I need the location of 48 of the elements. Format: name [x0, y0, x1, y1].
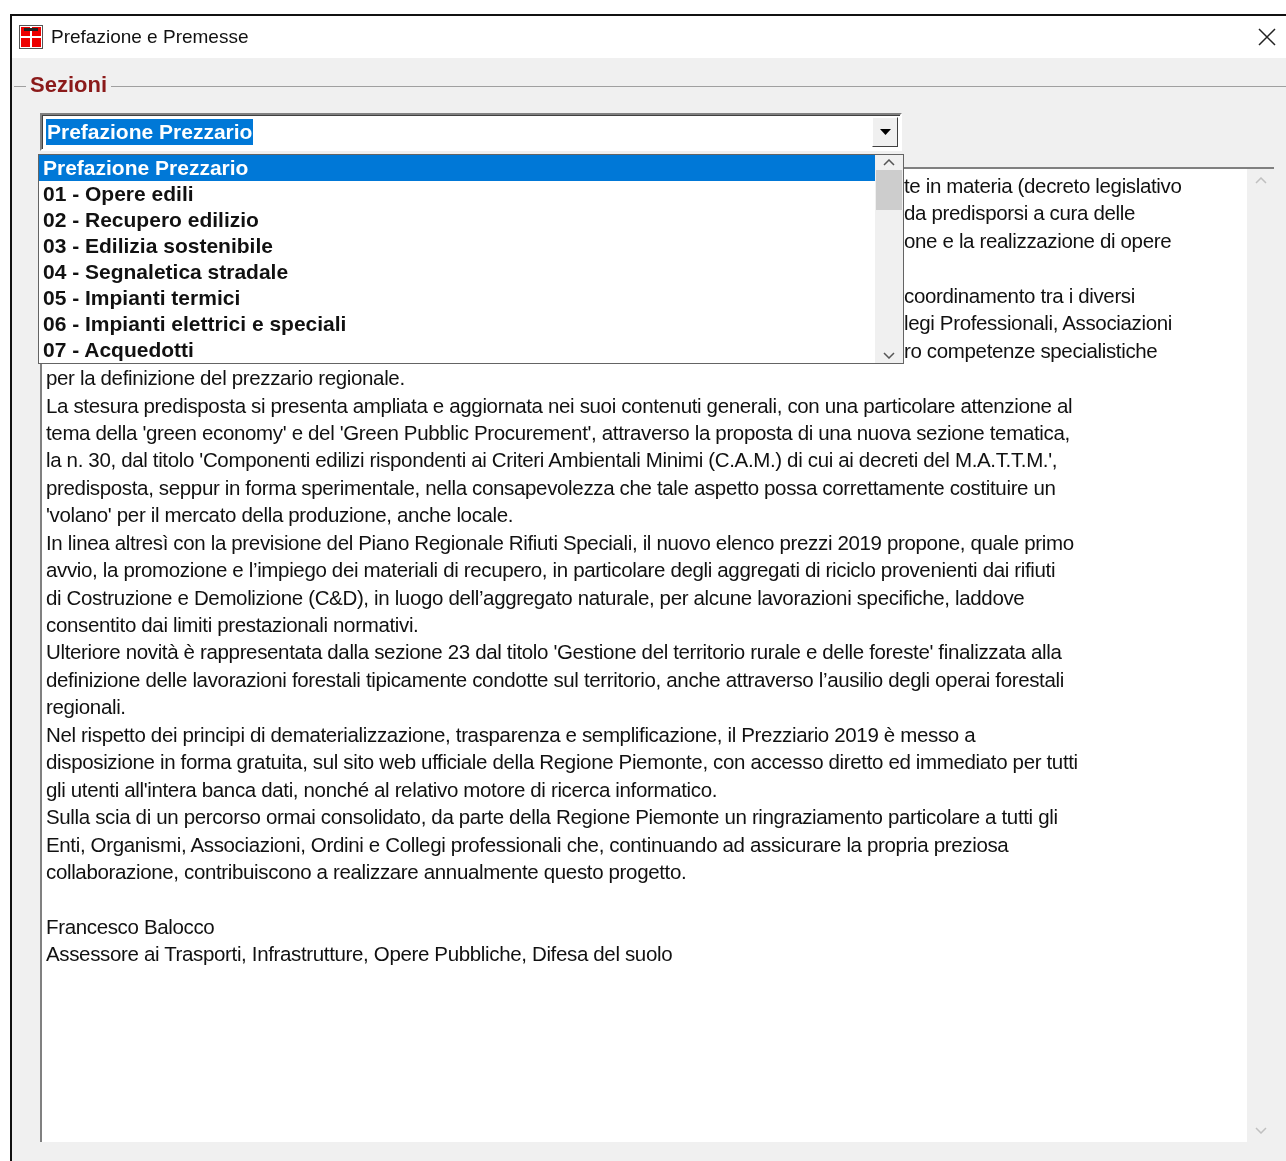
text-line: Assessore ai Trasporti, Infrastrutture, Opere Pubbliche, Difesa del suolo	[46, 942, 673, 966]
scrollbar[interactable]	[875, 155, 903, 363]
text-line: regionali.	[46, 695, 126, 719]
text-line: Enti, Organismi, Associazioni, Ordini e Collegi professionali che, continuando ad assicurare la propria preziosa	[46, 832, 1009, 856]
text-line: ro competenze specialistiche	[904, 338, 1158, 362]
dropdown-option[interactable]: 03 - Edilizia sostenibile	[39, 233, 875, 259]
text-line: te in materia (decreto legislativo	[904, 174, 1182, 197]
text-line: gli utenti all'intera banca dati, nonché al relativo motore di ricerca informatico.	[46, 777, 718, 801]
text-line: di Costruzione e Demolizione (C&D), in luogo dell’aggregato naturale, per alcune lavorazioni specifiche, laddove	[46, 585, 1025, 609]
text-line: tema della 'green economy' e del 'Green Pubblic Procurement', attraverso la proposta di una nuova sezione tematica,	[46, 420, 1070, 444]
text-line: La stesura predisposta si presenta ampliata e aggiornata nei suoi contenuti generali, con una particolare attenzione al	[46, 393, 1073, 417]
dropdown-option[interactable]: 07 - Acquedotti	[39, 337, 875, 363]
dropdown-option[interactable]: 01 - Opere edili	[39, 181, 875, 207]
text-line: Francesco Balocco	[46, 914, 215, 938]
app-icon	[19, 25, 43, 49]
scroll-up-icon	[883, 159, 895, 166]
text-line: disposizione in forma gratuita, sul sito web ufficiale della Regione Piemonte, con accesso diretto ed immediato per tutti	[46, 750, 1078, 774]
dropdown-option[interactable]: 06 - Impianti elettrici e speciali	[39, 311, 875, 337]
text-line: collaborazione, contribuiscono a realizzare annualmente questo progetto.	[46, 859, 687, 883]
text-line: predisposta, seppur in forma sperimentale, nella consapevolezza che tale aspetto possa correttamente costituire un	[46, 475, 1056, 499]
text-line: per la definizione del prezzario regionale.	[46, 366, 405, 390]
section-dropdown[interactable]: Prefazione Prezzario	[40, 113, 902, 151]
text-line: avvio, la promozione e l’impiego dei materiali di recupero, in particolare degli aggregati di riciclo provenienti dai rifiuti	[46, 558, 1056, 582]
text-line: Sulla scia di un percorso ormai consolidato, da parte della Regione Piemonte un ringraziamento particolare a tutti gli	[46, 805, 1058, 829]
text-line: definizione delle lavorazioni forestali tipicamente condotte sul territorio, anche attraverso l’ausilio degli operai forestali	[46, 667, 1064, 691]
scroll-down-icon	[883, 352, 895, 359]
window-title: Prefazione e Premesse	[51, 24, 249, 49]
text-line: consentito dai limiti prestazionali normativi.	[46, 613, 419, 636]
scroll-thumb[interactable]	[876, 170, 902, 210]
text-line: coordinamento tra i diversi	[904, 283, 1135, 307]
dropdown-option[interactable]: 04 - Segnaletica stradale	[39, 259, 875, 285]
dropdown-option[interactable]: 02 - Recupero edilizio	[39, 207, 875, 233]
text-line: In linea altresì con la previsione del Piano Regionale Rifiuti Speciali, il nuovo elenco prezzi 2019 propone, quale primo	[46, 530, 1074, 554]
text-line: legi Professionali, Associazioni	[904, 311, 1172, 335]
text-line: one e la realizzazione di opere	[904, 228, 1172, 252]
text-line: Ulteriore novità è rappresentata dalla sezione 23 dal titolo 'Gestione del territorio rurale e delle foreste' finalizzata alla	[46, 640, 1062, 664]
dropdown-button[interactable]	[872, 117, 898, 147]
text-line: Nel rispetto dei principi di dematerializzazione, trasparenza e semplificazione, il Prezziario 2019 è messo a	[46, 722, 976, 746]
text-line: da predisporsi a cura delle	[904, 201, 1135, 225]
close-icon	[1258, 28, 1276, 46]
text-line: 'volano' per il mercato della produzione, anche locale.	[46, 503, 514, 527]
caret-icon	[879, 129, 891, 135]
close-button[interactable]	[1256, 26, 1278, 48]
dropdown-option[interactable]: 05 - Impianti termici	[39, 285, 875, 311]
dropdown-option[interactable]: Prefazione Prezzario	[39, 155, 875, 181]
scroll-up-icon	[1254, 177, 1267, 184]
text-line: la n. 30, dal titolo 'Componenti edilizi rispondenti ai Criteri Ambientali Minimi (C.A.M.) di cui ai decreti del M.A.T.T.M.',	[46, 448, 1058, 472]
scroll-down-icon	[1254, 1127, 1267, 1134]
